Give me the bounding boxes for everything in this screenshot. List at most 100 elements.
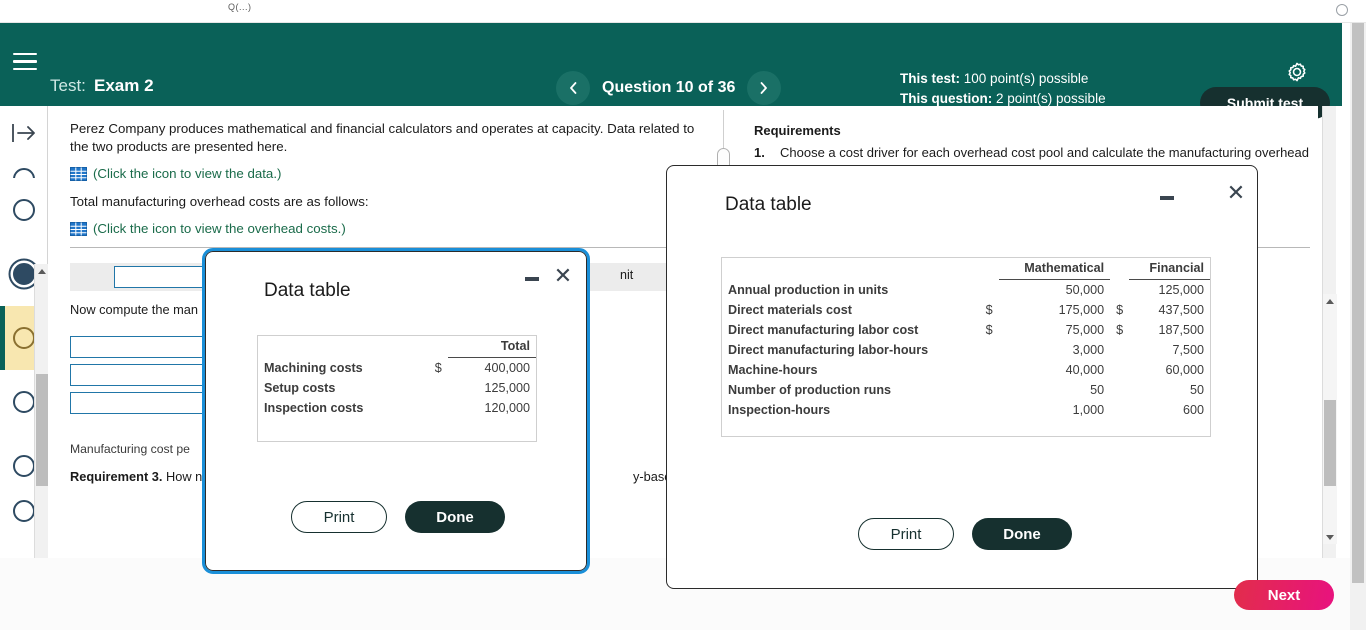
table-header-mathematical: Mathematical bbox=[998, 258, 1111, 280]
done-button[interactable]: Done bbox=[405, 501, 505, 533]
row-value-1: 175,000 bbox=[1058, 303, 1105, 317]
table-header-row: Total bbox=[258, 336, 536, 358]
row-currency-2 bbox=[1110, 380, 1129, 400]
browser-tab-title: Q(...) bbox=[228, 2, 252, 12]
browser-profile-icon[interactable] bbox=[1336, 4, 1348, 16]
table-header-cell bbox=[258, 336, 429, 358]
row-value-2: 60,000 bbox=[1165, 363, 1204, 377]
test-name: Exam 2 bbox=[94, 76, 154, 95]
view-overhead-link-row[interactable]: (Click the icon to view the overhead cos… bbox=[70, 220, 710, 238]
row-currency-1: $ bbox=[985, 323, 993, 337]
content-vertical-scrollbar[interactable] bbox=[1322, 106, 1337, 558]
content-scroll-thumb[interactable] bbox=[1324, 400, 1336, 486]
done-button[interactable]: Done bbox=[972, 518, 1072, 550]
overhead-data-table: Total Machining costs $ 400,000 Setup co… bbox=[258, 336, 536, 418]
modal-title: Data table bbox=[725, 194, 812, 215]
top-header-bar: Test: Exam 2 Question 10 of 36 This test… bbox=[0, 23, 1342, 119]
table-row: Direct materials cost $ 175,000 $ 437,50… bbox=[722, 300, 1210, 320]
previous-question-button[interactable] bbox=[556, 71, 590, 105]
next-question-button[interactable] bbox=[747, 71, 782, 105]
content-scroll-up-icon[interactable] bbox=[1323, 294, 1337, 308]
row-currency-2 bbox=[1110, 280, 1129, 301]
table-header-cell bbox=[980, 258, 999, 280]
test-label: Test: bbox=[50, 76, 86, 95]
data-table-modal-overhead: Data table ✕ Total Machining costs $ 400… bbox=[202, 248, 590, 574]
table-row: Machining costs $ 400,000 bbox=[258, 358, 536, 379]
table-grid-icon bbox=[70, 167, 87, 181]
close-icon[interactable]: ✕ bbox=[1223, 180, 1249, 206]
manufacturing-cost-label: Manufacturing cost pe bbox=[70, 442, 190, 456]
table-header-row: Mathematical Financial bbox=[722, 258, 1210, 280]
modal-title: Data table bbox=[264, 280, 351, 301]
products-data-table-wrap: Mathematical Financial Annual production… bbox=[721, 257, 1211, 437]
close-icon[interactable]: ✕ bbox=[550, 263, 576, 289]
row-label: Inspection-hours bbox=[728, 403, 831, 417]
table-header-total: Total bbox=[447, 336, 536, 358]
row-label: Number of production runs bbox=[728, 383, 892, 397]
sidebar-question-item[interactable] bbox=[0, 152, 48, 178]
table-grid-icon bbox=[70, 222, 87, 236]
hamburger-icon[interactable] bbox=[13, 53, 37, 75]
browser-chrome-sliver: Q(...) bbox=[0, 0, 1366, 23]
overhead-data-table-wrap: Total Machining costs $ 400,000 Setup co… bbox=[257, 335, 537, 442]
table-row: Direct manufacturing labor-hours 3,000 7… bbox=[722, 340, 1210, 360]
view-overhead-link[interactable]: (Click the icon to view the overhead cos… bbox=[93, 220, 346, 238]
page-vertical-scrollbar[interactable] bbox=[1350, 23, 1366, 630]
data-table-modal-products: Data table ✕ Mathematical Financial Annu… bbox=[666, 165, 1258, 589]
question-list-sidebar bbox=[0, 106, 49, 630]
row-label: Annual production in units bbox=[728, 282, 889, 297]
print-button[interactable]: Print bbox=[291, 501, 387, 533]
this-test-value: 100 point(s) possible bbox=[963, 71, 1089, 86]
row-currency bbox=[429, 398, 448, 418]
scroll-up-arrow-icon[interactable] bbox=[35, 264, 49, 278]
row-value: 120,000 bbox=[484, 401, 530, 415]
page-scroll-thumb[interactable] bbox=[1352, 23, 1364, 583]
row-value: 400,000 bbox=[484, 361, 530, 375]
row-currency-1 bbox=[980, 400, 999, 420]
this-question-label: This question: bbox=[900, 91, 993, 106]
row-label: Inspection costs bbox=[264, 401, 364, 415]
row-label: Direct materials cost bbox=[728, 303, 852, 317]
table-row: Inspection-hours 1,000 600 bbox=[722, 400, 1210, 420]
question-paragraph-2: Total manufacturing overhead costs are a… bbox=[70, 194, 369, 209]
question-status-circle-icon bbox=[13, 199, 35, 221]
table-row: Annual production in units 50,000 125,00… bbox=[722, 280, 1210, 301]
view-data-link[interactable]: (Click the icon to view the data.) bbox=[93, 165, 281, 183]
sidebar-question-item[interactable] bbox=[0, 178, 48, 242]
content-scroll-down-icon[interactable] bbox=[1323, 530, 1337, 544]
view-data-link-row[interactable]: (Click the icon to view the data.) bbox=[70, 165, 710, 183]
panel-expand-icon[interactable] bbox=[10, 121, 38, 145]
table-header-cell bbox=[1110, 258, 1129, 280]
row-currency-2 bbox=[1110, 360, 1129, 380]
question-status-circle-icon bbox=[13, 391, 35, 413]
answer-row-fragment: nit bbox=[618, 263, 670, 291]
row-value-1: 50 bbox=[1090, 383, 1105, 397]
gear-icon[interactable] bbox=[1286, 61, 1308, 83]
row-value-2: 600 bbox=[1182, 403, 1204, 417]
table-row: Machine-hours 40,000 60,000 bbox=[722, 360, 1210, 380]
table-row: Inspection costs 120,000 bbox=[258, 398, 536, 418]
points-summary: This test: 100 point(s) possible This qu… bbox=[900, 69, 1106, 109]
row-value-1: 1,000 bbox=[1072, 403, 1105, 417]
minimize-icon[interactable] bbox=[522, 269, 542, 289]
chevron-left-icon bbox=[570, 82, 577, 94]
row-label: Direct manufacturing labor-hours bbox=[728, 343, 929, 357]
row-currency bbox=[429, 378, 448, 398]
print-button[interactable]: Print bbox=[858, 518, 954, 550]
row-value-1: 40,000 bbox=[1065, 363, 1105, 377]
requirement-3-label: Requirement 3. bbox=[70, 469, 163, 484]
row-currency-2: $ bbox=[1116, 323, 1124, 337]
next-button[interactable]: Next bbox=[1234, 580, 1334, 610]
row-label: Machine-hours bbox=[728, 363, 818, 377]
minimize-icon[interactable] bbox=[1157, 188, 1177, 208]
sidebar-scroll-thumb[interactable] bbox=[36, 374, 48, 486]
question-paragraph-1: Perez Company produces mathematical and … bbox=[70, 121, 695, 154]
question-navigator: Question 10 of 36 bbox=[556, 71, 782, 105]
question-status-circle-icon bbox=[13, 168, 35, 178]
table-row: Number of production runs 50 50 bbox=[722, 380, 1210, 400]
row-currency-2 bbox=[1110, 340, 1129, 360]
table-header-cell bbox=[429, 336, 448, 358]
row-value-2: 437,500 bbox=[1158, 303, 1204, 317]
table-row: Setup costs 125,000 bbox=[258, 378, 536, 398]
row-currency-1 bbox=[980, 340, 999, 360]
